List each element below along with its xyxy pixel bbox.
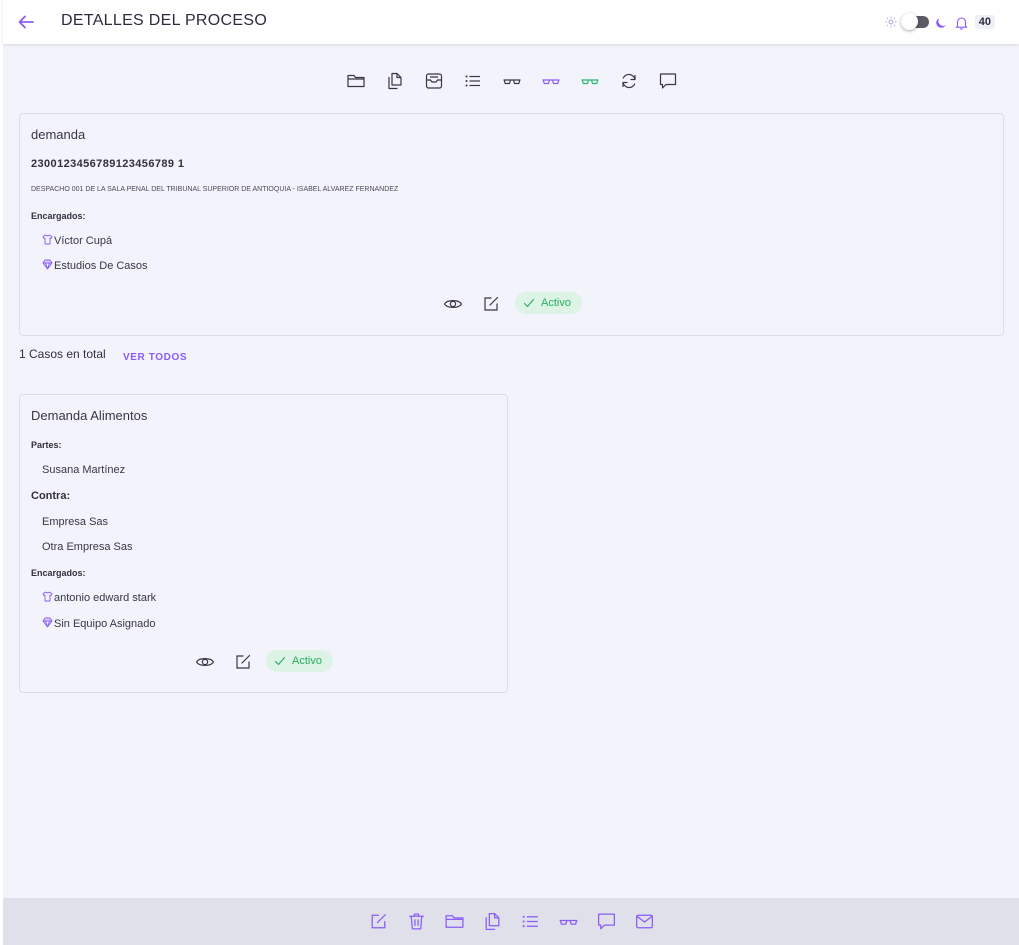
moon-icon bbox=[935, 16, 948, 29]
bottom-icons bbox=[368, 911, 655, 932]
edit-icon[interactable] bbox=[233, 652, 253, 672]
shirt-icon bbox=[42, 591, 53, 602]
glasses-icon[interactable] bbox=[558, 911, 579, 932]
encargado-item: antonio edward stark bbox=[42, 591, 156, 604]
edit-icon[interactable] bbox=[481, 294, 501, 314]
top-header: DETALLES DEL PROCESO 40 bbox=[3, 0, 1019, 44]
notification-count[interactable]: 40 bbox=[974, 15, 995, 29]
edit-icon[interactable] bbox=[368, 911, 389, 932]
comment-icon[interactable] bbox=[596, 911, 617, 932]
process-toolbar bbox=[345, 70, 678, 92]
list-icon[interactable] bbox=[462, 70, 483, 92]
encargado-item: Estudios De Casos bbox=[42, 259, 148, 272]
process-radicado: 2300123456789123456789 1 bbox=[31, 158, 185, 170]
theme-toggle[interactable] bbox=[900, 13, 929, 30]
ver-todos-link[interactable]: VER TODOS bbox=[123, 352, 187, 363]
comment-icon[interactable] bbox=[657, 70, 678, 92]
check-icon bbox=[523, 297, 535, 309]
encargado-name: antonio edward stark bbox=[54, 592, 157, 604]
mail-icon[interactable] bbox=[634, 911, 655, 932]
contra-item: Empresa Sas bbox=[42, 516, 109, 528]
glasses-purple-icon[interactable] bbox=[540, 70, 561, 92]
encargado-item: Víctor Cupá bbox=[42, 234, 112, 247]
encargados-label: Encargados: bbox=[31, 211, 86, 221]
parte-item: Susana Martínez bbox=[42, 464, 126, 476]
process-type: demanda bbox=[31, 127, 86, 142]
toggle-knob bbox=[900, 13, 918, 30]
folder-icon[interactable] bbox=[345, 70, 366, 92]
status-badge: Activo bbox=[515, 292, 582, 314]
documents-icon[interactable] bbox=[482, 911, 503, 932]
bell-icon[interactable] bbox=[954, 15, 969, 30]
case-card: Demanda Alimentos Partes: Susana Martíne… bbox=[19, 394, 508, 693]
status-label: Activo bbox=[541, 297, 571, 309]
folder-icon[interactable] bbox=[444, 911, 465, 932]
list-icon[interactable] bbox=[520, 911, 541, 932]
partes-label: Partes: bbox=[31, 440, 62, 450]
encargados-label: Encargados: bbox=[31, 568, 86, 578]
encargado-item: Sin Equipo Asignado bbox=[42, 617, 156, 630]
status-badge: Activo bbox=[266, 650, 333, 672]
trash-icon[interactable] bbox=[406, 911, 427, 932]
sun-icon bbox=[885, 16, 897, 28]
case-title: Demanda Alimentos bbox=[31, 408, 148, 423]
eye-icon[interactable] bbox=[443, 294, 463, 314]
cases-total: 1 Casos en total bbox=[19, 347, 106, 361]
archive-icon[interactable] bbox=[423, 70, 444, 92]
process-card: demanda 2300123456789123456789 1 DESPACH… bbox=[19, 113, 1004, 336]
header-controls: 40 bbox=[885, 11, 995, 33]
encargado-name: Víctor Cupá bbox=[54, 235, 113, 247]
glasses-icon[interactable] bbox=[501, 70, 522, 92]
contra-label: Contra: bbox=[31, 490, 71, 502]
process-despacho: DESPACHO 001 DE LA SALA PENAL DEL TRIBUN… bbox=[31, 186, 399, 193]
arrow-left-icon[interactable] bbox=[15, 11, 37, 33]
documents-icon[interactable] bbox=[384, 70, 405, 92]
contra-item: Otra Empresa Sas bbox=[42, 541, 133, 553]
page-title: DETALLES DEL PROCESO bbox=[61, 12, 268, 29]
refresh-icon[interactable] bbox=[618, 70, 639, 92]
bottom-action-bar bbox=[3, 898, 1019, 945]
shirt-icon bbox=[42, 234, 53, 245]
eye-icon[interactable] bbox=[195, 652, 215, 672]
app-frame: DETALLES DEL PROCESO 40 demanda 23001234… bbox=[3, 0, 1019, 945]
diamond-icon bbox=[42, 617, 53, 628]
diamond-icon bbox=[42, 259, 53, 270]
encargado-name: Sin Equipo Asignado bbox=[54, 618, 156, 630]
check-icon bbox=[274, 655, 286, 667]
glasses-green-icon[interactable] bbox=[579, 70, 600, 92]
encargado-name: Estudios De Casos bbox=[54, 260, 148, 272]
status-label: Activo bbox=[292, 655, 322, 667]
